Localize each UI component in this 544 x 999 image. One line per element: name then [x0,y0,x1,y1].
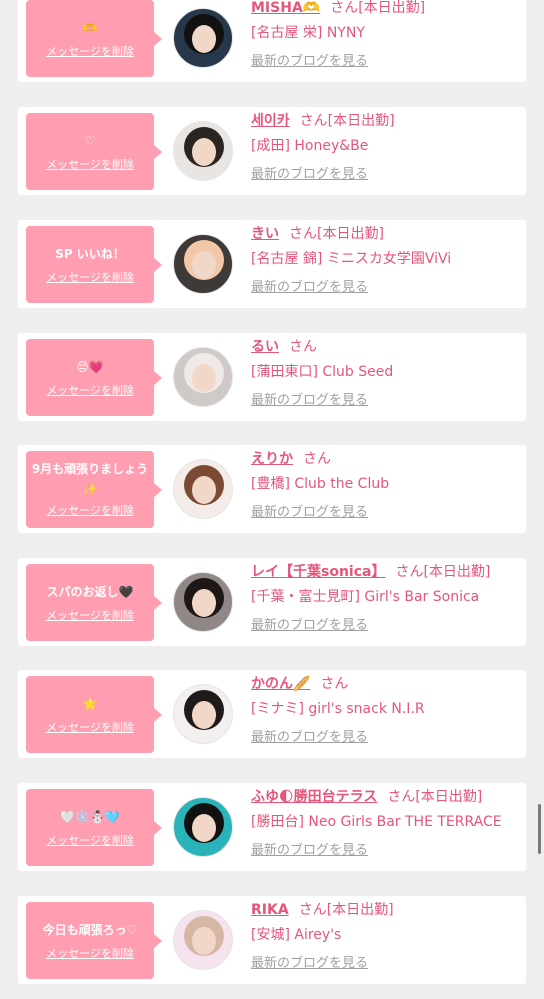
cast-name-link[interactable]: レイ【千葉sonica】 [251,564,385,580]
cast-name-link[interactable]: るい [251,339,279,355]
status-badge: [本日出勤] [423,564,491,580]
cast-name-link[interactable]: ふゆ🌓勝田台テラス [251,789,377,805]
message-bubble: 今日も頑張ろっ♡ メッセージを削除 [26,902,162,979]
status-badge: [本日出勤] [358,0,426,16]
delete-message-link[interactable]: メッセージを削除 [26,502,154,518]
honorific: さん [387,789,416,805]
status-badge: [本日出勤] [326,902,394,918]
message-bubble: 🤍❄️☃️🩵 メッセージを削除 [26,789,162,866]
delete-message-link[interactable]: メッセージを削除 [26,832,154,848]
message-card: SP いいね！ メッセージを削除 きい さん[本日出勤] [名古屋 錦] ミニスカ… [18,220,526,308]
shop-name: [名古屋 栄] NYNY [251,25,365,41]
honorific: さん [303,451,331,467]
message-bubble: スパのお返し🖤 メッセージを削除 [26,564,162,641]
message-bubble: ⭐ メッセージを削除 [26,676,162,753]
shop-name: [勝田台] Neo Girls Bar THE TERRACE [251,814,502,830]
latest-blog-link[interactable]: 最新のブログを見る [251,842,368,860]
name-line: るい さん [251,337,317,357]
scrollbar[interactable] [538,804,541,854]
cast-name-link[interactable]: きい [251,226,279,242]
name-line: きい さん[本日出勤] [251,224,384,244]
shop-name: [安城] Airey's [251,927,342,943]
message-text: スパのお返し🖤 [46,585,134,599]
delete-message-link[interactable]: メッセージを削除 [26,156,154,172]
cast-name-link[interactable]: えりか [251,451,293,467]
message-card: スパのお返し🖤 メッセージを削除 レイ【千葉sonica】 さん[本日出勤] [千… [18,558,526,646]
delete-message-link[interactable]: メッセージを削除 [26,607,154,623]
message-text: 🤍❄️☃️🩵 [60,810,120,824]
message-card: ⭐ メッセージを削除 かのん🥖 さん [ミナミ] girl's snack N.I… [18,670,526,758]
message-text: 🫶 [82,21,98,35]
avatar[interactable] [173,459,233,519]
delete-message-link[interactable]: メッセージを削除 [26,945,154,961]
avatar[interactable] [173,121,233,181]
message-card: 🫶 メッセージを削除 MISHA🫶 さん[本日出勤] [名古屋 栄] NYNY 最… [18,0,526,82]
honorific: さん [330,0,359,16]
avatar[interactable] [173,347,233,407]
message-text: ⭐ [82,697,98,711]
name-line: MISHA🫶 さん[本日出勤] [251,0,425,18]
status-badge: [本日出勤] [327,113,395,129]
cast-name-link[interactable]: RIKA [251,902,289,918]
shop-name: [成田] Honey&Be [251,138,369,154]
delete-message-link[interactable]: メッセージを削除 [26,382,154,398]
cast-name-link[interactable]: 세이카 [251,113,290,129]
delete-message-link[interactable]: メッセージを削除 [26,269,154,285]
shop-name: [名古屋 錦] ミニスカ女学園ViVi [251,251,452,267]
cast-name-link[interactable]: かのん🥖 [251,676,310,692]
latest-blog-link[interactable]: 最新のブログを見る [251,729,368,747]
message-card: 🤍❄️☃️🩵 メッセージを削除 ふゆ🌓勝田台テラス さん[本日出勤] [勝田台] … [18,783,526,871]
shop-name: [千葉・富士見町] Girl's Bar Sonica [251,589,480,605]
status-badge: [本日出勤] [317,226,384,242]
shop-name: [ミナミ] girl's snack N.I.R [251,701,425,717]
latest-blog-link[interactable]: 最新のブログを見る [251,504,368,522]
message-bubble: SP いいね！ メッセージを削除 [26,226,162,303]
avatar[interactable] [173,572,233,632]
avatar[interactable] [173,8,233,68]
honorific: さん [320,676,349,692]
name-line: えりか さん [251,449,331,469]
latest-blog-link[interactable]: 最新のブログを見る [251,279,368,297]
cast-name-link[interactable]: MISHA🫶 [251,0,320,16]
latest-blog-link[interactable]: 最新のブログを見る [251,617,368,635]
honorific: さん [395,564,424,580]
shop-name: [蒲田東口] Club Seed [251,364,394,380]
honorific: さん [289,226,317,242]
name-line: レイ【千葉sonica】 さん[本日出勤] [251,562,490,582]
honorific: さん [298,902,327,918]
avatar[interactable] [173,797,233,857]
latest-blog-link[interactable]: 最新のブログを見る [251,166,368,184]
latest-blog-link[interactable]: 最新のブログを見る [251,53,368,71]
avatar[interactable] [173,684,233,744]
status-badge: [本日出勤] [415,789,483,805]
avatar[interactable] [173,234,233,294]
honorific: さん [299,113,328,129]
name-line: ふゆ🌓勝田台テラス さん[本日出勤] [251,787,482,807]
message-text: 😔💗 [76,360,104,374]
message-text: ♡ [84,134,96,148]
delete-message-link[interactable]: メッセージを削除 [26,719,154,735]
message-text: 今日も頑張ろっ♡ [42,923,138,937]
name-line: かのん🥖 さん [251,674,348,694]
message-bubble: 🫶 メッセージを削除 [26,0,162,77]
message-bubble: ♡ メッセージを削除 [26,113,162,190]
delete-message-link[interactable]: メッセージを削除 [26,43,154,59]
name-line: RIKA さん[本日出勤] [251,900,394,920]
honorific: さん [289,339,317,355]
message-text: 9月も頑張りましょう✨ [31,462,149,496]
message-text: SP いいね！ [55,247,125,261]
message-card: 今日も頑張ろっ♡ メッセージを削除 RIKA さん[本日出勤] [安城] Aire… [18,896,526,984]
message-card: 9月も頑張りましょう✨ メッセージを削除 えりか さん [豊橋] Club the… [18,445,526,533]
name-line: 세이카 さん[本日出勤] [251,111,395,131]
message-card: 😔💗 メッセージを削除 るい さん [蒲田東口] Club Seed 最新のブログ… [18,333,526,421]
avatar[interactable] [173,910,233,970]
latest-blog-link[interactable]: 最新のブログを見る [251,955,368,973]
latest-blog-link[interactable]: 最新のブログを見る [251,392,368,410]
message-card: ♡ メッセージを削除 세이카 さん[本日出勤] [成田] Honey&Be 最新の… [18,107,526,195]
shop-name: [豊橋] Club the Club [251,476,390,492]
message-bubble: 😔💗 メッセージを削除 [26,339,162,416]
message-bubble: 9月も頑張りましょう✨ メッセージを削除 [26,451,162,528]
